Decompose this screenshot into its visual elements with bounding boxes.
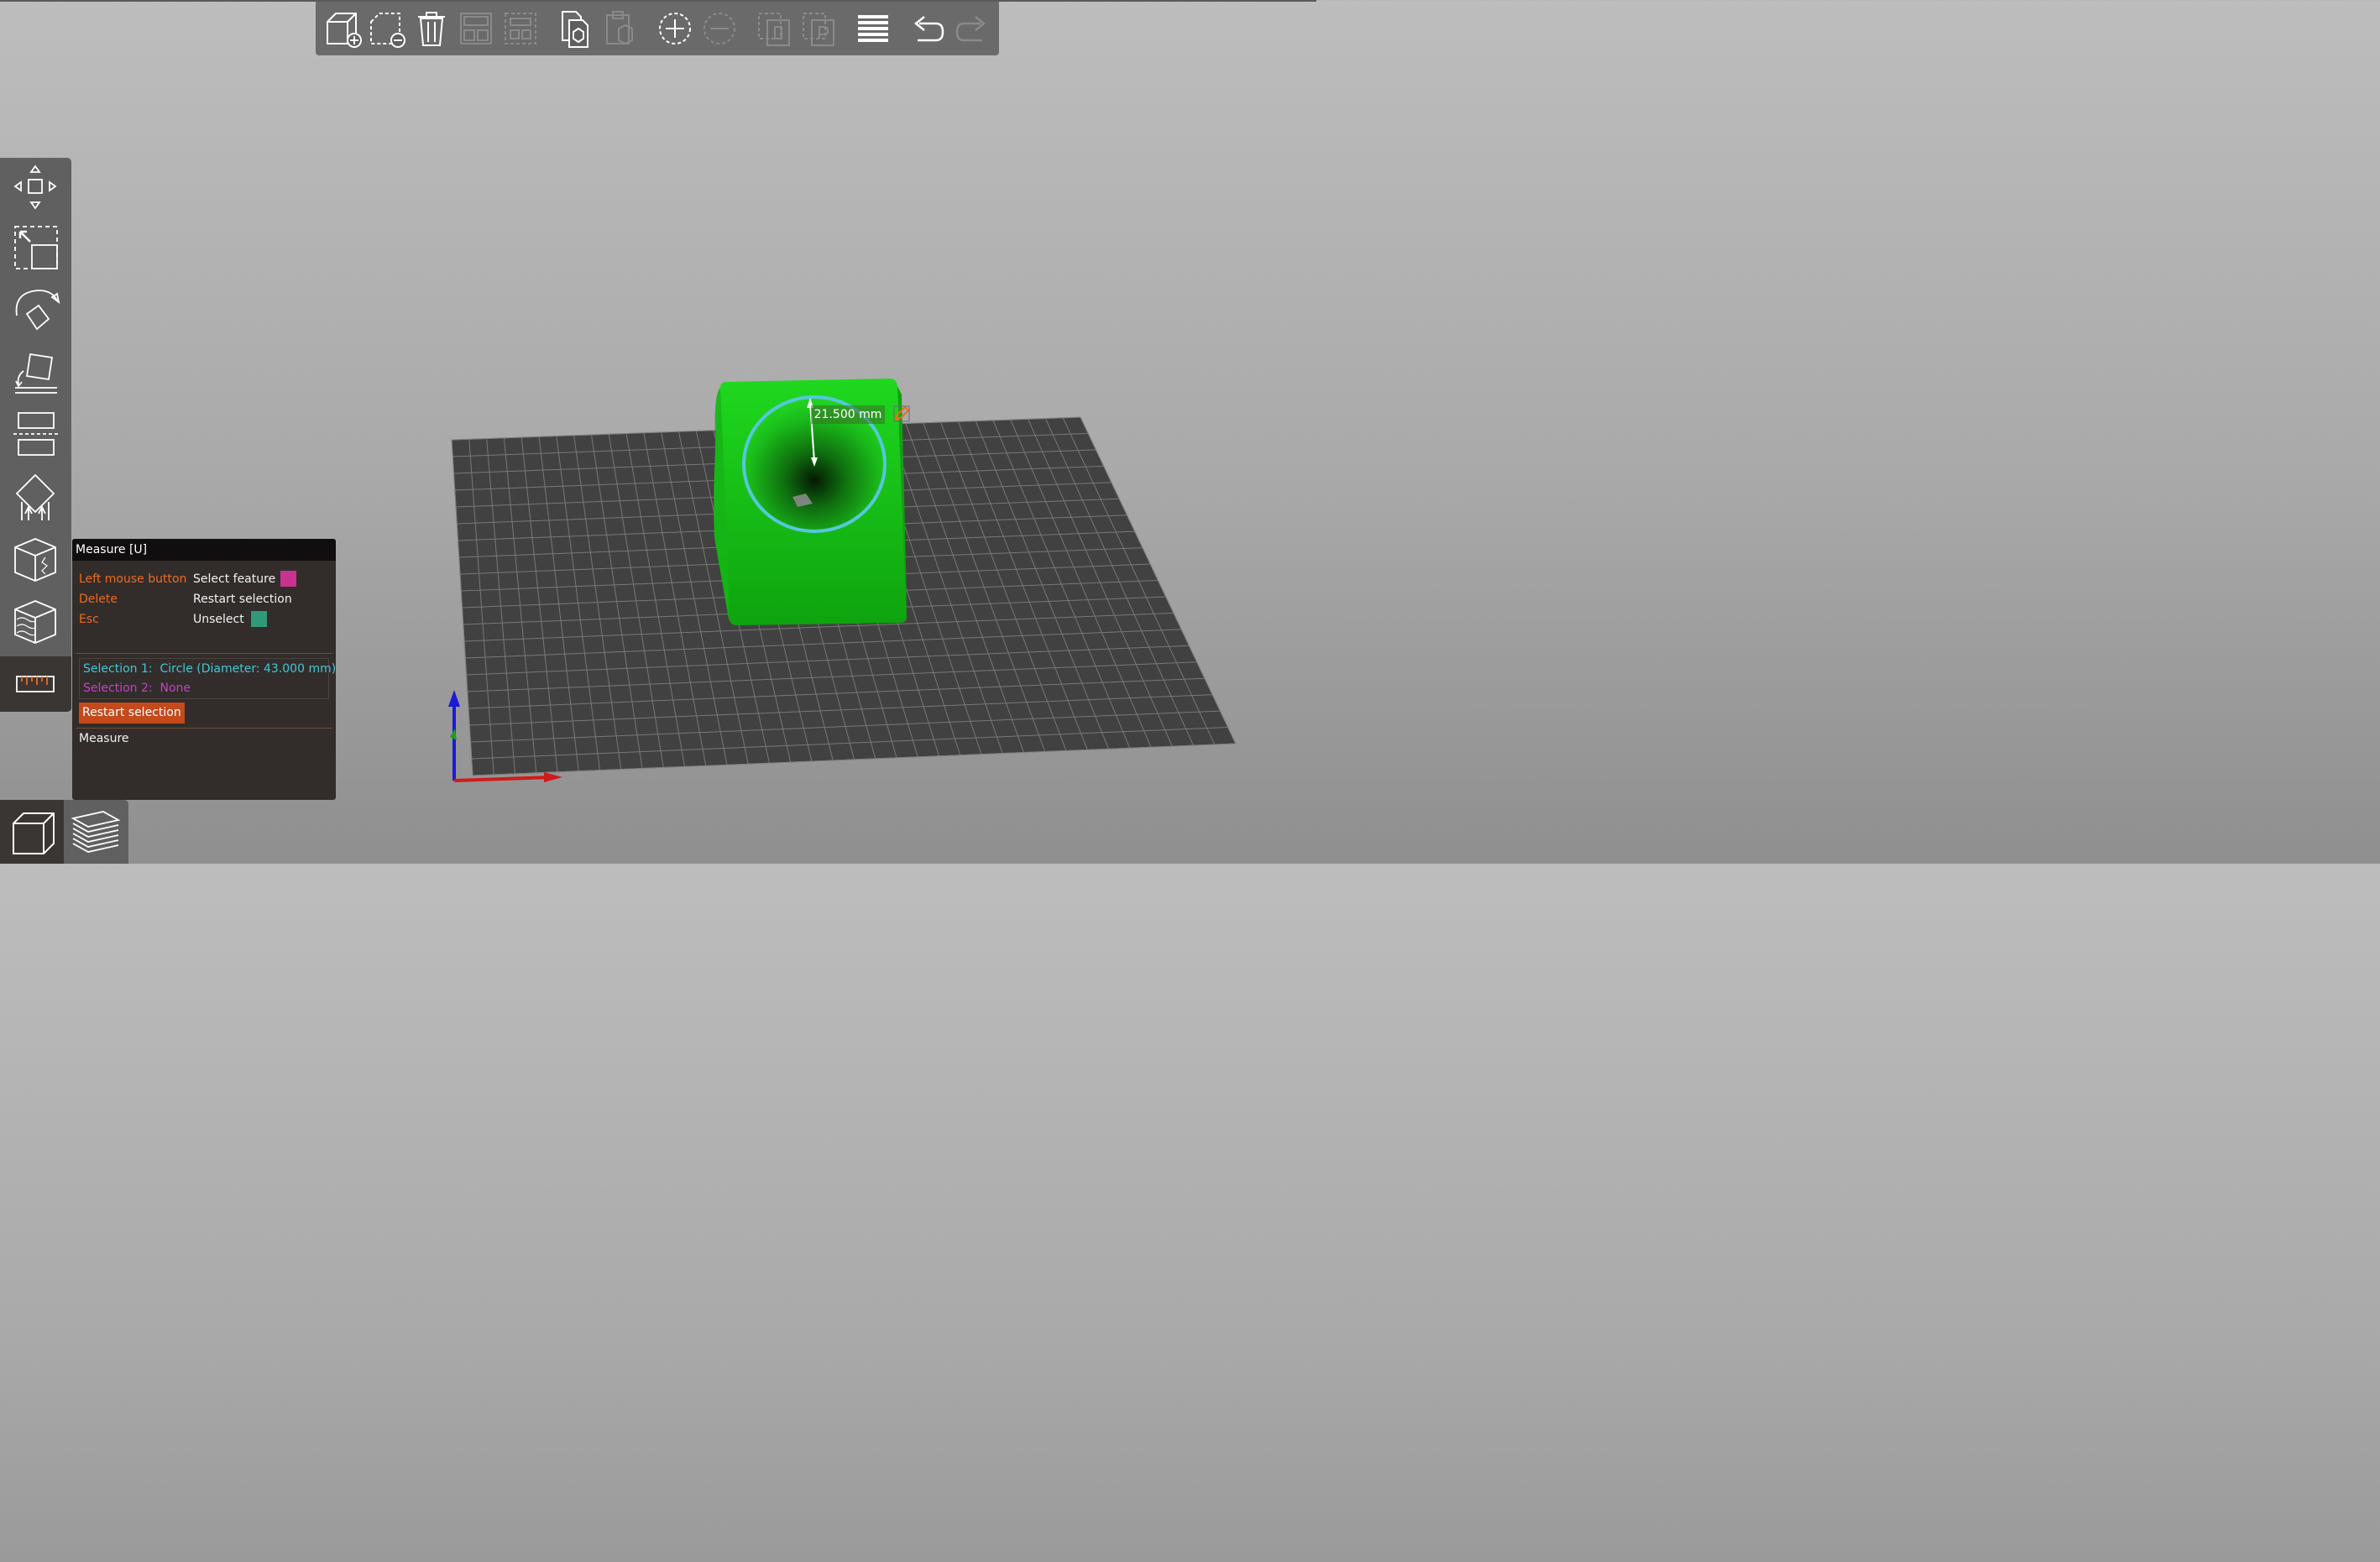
z-axis-arrow [448,690,460,707]
edit-pencil-icon[interactable] [892,405,911,423]
3d-view-icon[interactable] [0,800,64,864]
selection-1-row: Selection 1: Circle (Diameter: 43.000 mm… [83,660,336,678]
view-toggle-bar [0,800,128,864]
top-toolbar [316,2,999,55]
rotate-icon[interactable] [7,284,64,339]
shortcut-key: Esc [79,613,99,626]
left-gizmo-toolbar [0,158,71,712]
divider [76,653,332,654]
selection-2-value: None [160,682,191,695]
copy-icon[interactable] [554,7,598,50]
restart-selection-button[interactable]: Restart selection [79,703,185,724]
measure-section-label: Measure [79,732,129,745]
seam-painting-icon[interactable] [7,532,64,588]
selection-1-label: Selection 1: [83,662,153,676]
scale-icon[interactable] [7,222,64,277]
cut-icon[interactable] [7,408,64,463]
shortcut-action: Unselect [193,613,244,626]
layers-editing-icon[interactable] [851,7,895,50]
undo-icon[interactable] [906,7,949,50]
divider [76,728,332,729]
x-axis [453,776,553,782]
selection-2-label: Selection 2: [83,682,153,695]
preview-icon[interactable] [65,800,128,864]
support-painting-icon[interactable] [7,470,64,525]
selection-1-value: Circle (Diameter: 43.000 mm) [160,662,337,676]
x-axis-arrow [544,772,562,782]
measure-icon[interactable] [0,656,71,712]
selection-box: Selection 1: Circle (Diameter: 43.000 mm… [79,658,336,699]
fdm-supports-icon[interactable] [7,594,64,650]
dimension-label: 21.500 mm [811,405,885,424]
delete-object-icon[interactable] [366,7,410,50]
shortcut-action: Restart selection [193,593,292,606]
paste-icon [599,7,642,50]
delete-all-icon[interactable] [410,7,453,50]
measure-panel: Measure [U] Left mouse button Select fea… [72,539,336,800]
arrange-selection-icon [499,7,542,50]
place-on-face-icon[interactable] [7,346,64,401]
select-color-swatch [280,571,296,587]
selection-2-row: Selection 2: None [83,679,191,697]
split-to-parts-icon [797,7,840,50]
panel-title: Measure [U] [72,539,336,561]
remove-instance-icon [698,7,741,50]
unselect-color-swatch [251,611,267,627]
shortcut-action: Select feature [193,572,276,586]
split-to-objects-icon [752,7,796,50]
move-icon[interactable] [7,159,64,215]
add-object-icon[interactable] [322,7,366,50]
shortcut-key: Left mouse button [79,572,187,586]
redo-icon [950,7,994,50]
add-instance-icon[interactable] [653,7,697,50]
shortcut-key: Delete [79,593,118,606]
arrange-icon [454,7,498,50]
